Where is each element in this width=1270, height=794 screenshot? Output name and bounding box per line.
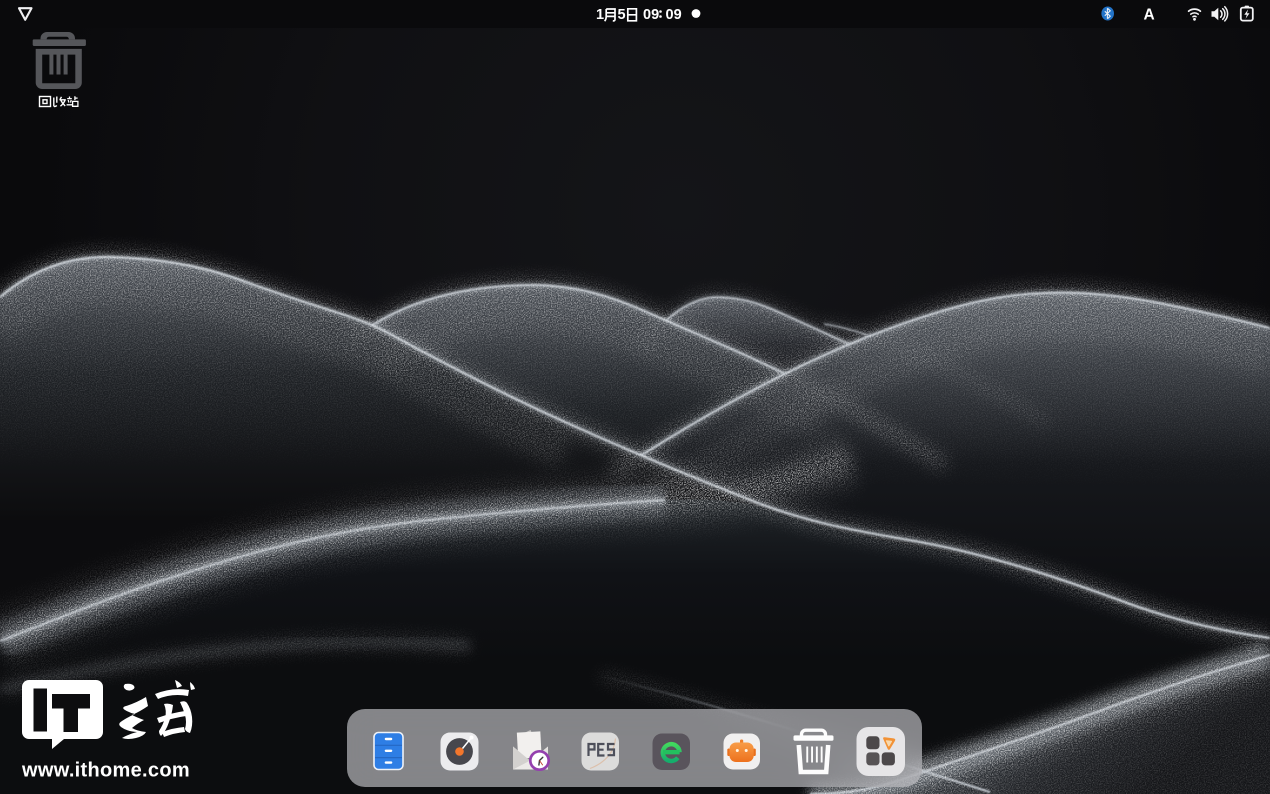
svg-text:09: 09	[643, 7, 659, 23]
svg-text:09: 09	[666, 7, 682, 23]
svg-text:5: 5	[618, 7, 626, 23]
svg-text:A: A	[1144, 7, 1155, 24]
svg-text:1: 1	[596, 7, 604, 23]
svg-text:www.ithome.com: www.ithome.com	[21, 760, 190, 782]
